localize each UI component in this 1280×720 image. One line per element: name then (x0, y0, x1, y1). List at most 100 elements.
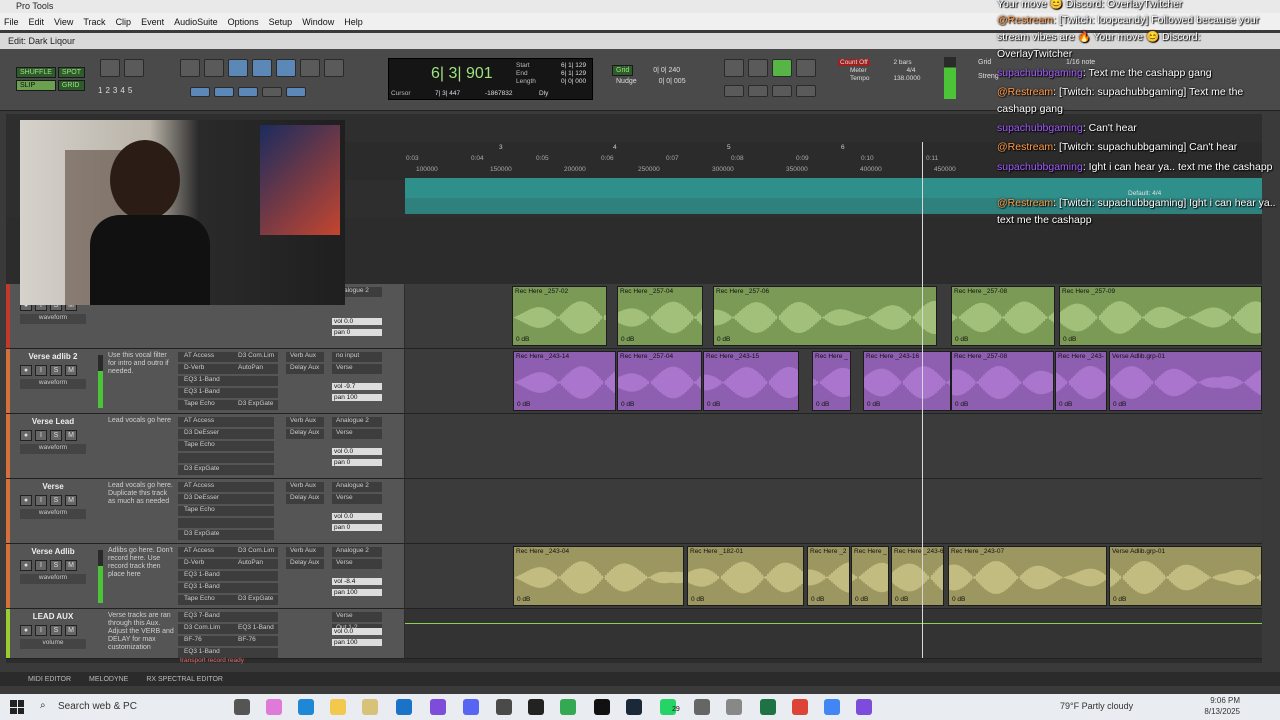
insert-slot[interactable] (232, 388, 278, 398)
audio-clip[interactable]: Rec Here _257-06 0 dB (713, 286, 937, 346)
solo-button[interactable]: S (50, 495, 62, 506)
spot-mode-button[interactable]: SPOT (57, 67, 85, 78)
record-enable-button[interactable]: ● (20, 560, 32, 571)
pan-readout[interactable]: pan 100 (332, 589, 382, 596)
audio-clip[interactable]: Rec Here _ 0 dB (812, 351, 851, 411)
play-icon[interactable] (772, 59, 792, 77)
insert-slot[interactable]: D3 ExpGate (232, 595, 278, 605)
send-slot[interactable]: Delay Aux (286, 429, 324, 439)
mute-button[interactable]: M (65, 625, 77, 636)
input-monitor-button[interactable]: I (35, 495, 47, 506)
audio-clip[interactable]: Rec Here _ 0 dB (851, 546, 889, 606)
audio-clip[interactable]: Rec Here _243-16 0 dB (863, 351, 951, 411)
clock-date[interactable]: 8/13/2025 (1202, 707, 1240, 716)
audio-clip[interactable]: Rec Here _2 0 dB (807, 546, 850, 606)
clip-gain[interactable]: 0 dB (816, 401, 829, 408)
insert-slot[interactable]: D3 ExpGate (178, 465, 274, 475)
insert-slot[interactable]: D3 DeEsser (178, 429, 274, 439)
zoom-out-icon[interactable] (100, 59, 120, 77)
pan-readout[interactable]: pan 100 (332, 639, 382, 646)
pan-readout[interactable]: pan 100 (332, 394, 382, 401)
record-enable-button[interactable]: ● (20, 625, 32, 636)
stop-icon[interactable] (748, 59, 768, 77)
menu-help[interactable]: Help (344, 17, 363, 27)
clip-gain[interactable]: 0 dB (517, 401, 530, 408)
settings-icon[interactable] (694, 699, 710, 715)
track-name[interactable]: Verse Adlib (12, 547, 94, 556)
mute-button[interactable]: M (65, 365, 77, 376)
grid-button[interactable]: Grid (612, 65, 634, 76)
track-lane[interactable] (405, 609, 1262, 659)
io-selector[interactable]: no input (332, 352, 382, 362)
io-selector[interactable]: Analogue 2 (332, 482, 382, 492)
clip-gain[interactable]: 0 dB (707, 401, 720, 408)
solo-button[interactable]: S (50, 625, 62, 636)
insert-slot[interactable]: AT Access (178, 417, 274, 427)
media-icon[interactable] (496, 699, 512, 715)
insert-slot[interactable] (178, 453, 274, 463)
track-view-selector[interactable]: volume (20, 639, 86, 649)
clip-gain[interactable]: 0 dB (516, 336, 529, 343)
discord-icon[interactable] (463, 699, 479, 715)
file-explorer-icon[interactable] (330, 699, 346, 715)
zoom-in-icon[interactable] (124, 59, 144, 77)
insert-slot[interactable]: D3 ExpGate (178, 530, 274, 540)
insert-slot[interactable] (178, 518, 274, 528)
io-selector[interactable]: Analogue 2 (332, 417, 382, 427)
io-selector[interactable]: Verse (332, 429, 382, 439)
audio-clip[interactable]: Rec Here _257-04 0 dB (617, 286, 703, 346)
edge-icon[interactable] (298, 699, 314, 715)
record-icon[interactable] (796, 59, 816, 77)
grid-value[interactable]: 0| 0| 240 (653, 67, 680, 74)
audio-clip[interactable]: Rec Here _257-04 0 dB (617, 351, 702, 411)
excel-icon[interactable] (760, 699, 776, 715)
play-icon-tb[interactable] (528, 699, 544, 715)
send-slot[interactable]: Verb Aux (286, 482, 324, 492)
menu-options[interactable]: Options (228, 17, 259, 27)
proton-icon[interactable] (430, 699, 446, 715)
tab-melodyne[interactable]: MELODYNE (89, 676, 128, 683)
clip-gain[interactable]: 0 dB (717, 336, 730, 343)
io-selector[interactable]: Verse (332, 612, 382, 622)
track-lane[interactable]: Rec Here _243-04 0 dB Rec Here _182-01 0 dB… (405, 544, 1262, 609)
clip-gain[interactable]: 0 dB (811, 596, 824, 603)
mirror-midi-icon[interactable] (262, 87, 282, 97)
send-slot[interactable]: Delay Aux (286, 364, 324, 374)
audio-clip[interactable]: Rec Here _243-6 0 dB (891, 546, 944, 606)
search-icon[interactable]: ⌕ (40, 700, 46, 711)
menu-window[interactable]: Window (302, 17, 334, 27)
input-monitor-button[interactable]: I (35, 625, 47, 636)
track-view-selector[interactable]: waveform (20, 314, 86, 324)
zoom-preset-4[interactable]: 4 (120, 86, 124, 95)
clip-gain[interactable]: 0 dB (855, 596, 868, 603)
audio-clip[interactable]: Verse Adlib.grp-01 0 dB (1109, 546, 1262, 606)
zoom-toggle-icon[interactable] (180, 59, 200, 77)
weather-widget[interactable]: 79°F Partly cloudy (1060, 701, 1133, 711)
menu-view[interactable]: View (54, 17, 73, 27)
clip-gain[interactable]: 0 dB (867, 401, 880, 408)
end-value[interactable]: 6| 1| 129 (561, 70, 586, 78)
record-enable-button[interactable]: ● (20, 365, 32, 376)
audio-clip[interactable]: Rec Here _182-01 0 dB (687, 546, 804, 606)
clip-gain[interactable]: 0 dB (517, 596, 530, 603)
record-enable-button[interactable]: ● (20, 495, 32, 506)
solo-button[interactable]: S (50, 365, 62, 376)
audio-clip[interactable]: Verse Adlib.grp-01 0 dB (1109, 351, 1262, 411)
track-lane[interactable] (405, 414, 1262, 479)
audio-clip[interactable]: Rec Here _243-14 0 dB (513, 351, 616, 411)
track-comment[interactable]: Use this vocal filter for intro and outr… (108, 352, 176, 376)
link-track-icon[interactable] (214, 87, 234, 97)
track-view-selector[interactable]: waveform (20, 444, 86, 454)
pro-tools-icon[interactable] (594, 699, 610, 715)
zoom-preset-2[interactable]: 2 (105, 86, 109, 95)
insert-slot[interactable]: EQ3 1-Band (232, 624, 278, 634)
clip-gain[interactable]: 0 dB (691, 596, 704, 603)
pan-readout[interactable]: pan 0 (332, 329, 382, 336)
link-timeline-icon[interactable] (190, 87, 210, 97)
pan-readout[interactable]: pan 0 (332, 459, 382, 466)
audio-clip[interactable]: Rec Here _257-08 0 dB (951, 286, 1055, 346)
audio-clip[interactable]: Rec Here _257-09 0 dB (1059, 286, 1262, 346)
io-selector[interactable]: Analogue 2 (332, 547, 382, 557)
insert-slot[interactable]: AutoPan (232, 559, 278, 569)
fast-forward-icon[interactable] (772, 85, 792, 97)
